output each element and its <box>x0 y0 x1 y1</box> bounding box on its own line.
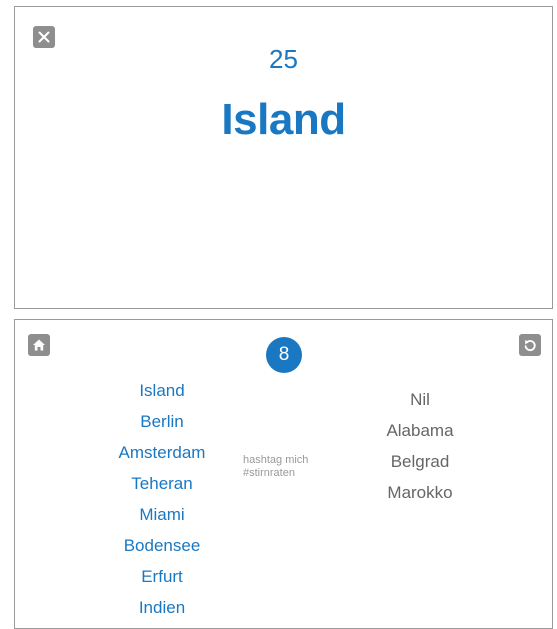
replay-button[interactable] <box>519 334 541 356</box>
correct-word: Miami <box>139 505 185 524</box>
correct-word: Bodensee <box>123 536 201 555</box>
hashtag-line: hashtag mich <box>243 454 309 466</box>
passed-word: Marokko <box>387 483 453 502</box>
correct-word: Indien <box>138 598 186 617</box>
correct-word: Erfurt <box>141 567 183 586</box>
correct-words-list: Island Berlin Amsterdam Teheran Miami Bo… <box>101 375 223 623</box>
countdown-timer: 25 <box>269 44 298 74</box>
game-card: 25 Island <box>14 6 553 309</box>
correct-word: Berlin <box>140 412 184 431</box>
passed-word: Alabama <box>386 421 454 440</box>
results-card: 8 Island Berlin Amsterdam Teheran Miami … <box>14 319 553 629</box>
close-icon <box>38 31 50 43</box>
home-button[interactable] <box>28 334 50 356</box>
hashtag-note: hashtag mich #stirnraten <box>243 454 308 480</box>
passed-word: Belgrad <box>390 452 450 471</box>
home-icon <box>33 339 45 351</box>
passed-word: Nil <box>410 390 430 409</box>
correct-word: Island <box>139 381 185 400</box>
score-badge: 8 <box>266 337 302 373</box>
undo-icon <box>524 339 536 352</box>
hashtag-tag: #stirnraten <box>243 467 295 479</box>
current-word: Island <box>221 95 346 144</box>
passed-words-list: Nil Alabama Belgrad Marokko <box>360 384 480 508</box>
correct-word: Teheran <box>131 474 193 493</box>
correct-word: Amsterdam <box>118 443 206 462</box>
